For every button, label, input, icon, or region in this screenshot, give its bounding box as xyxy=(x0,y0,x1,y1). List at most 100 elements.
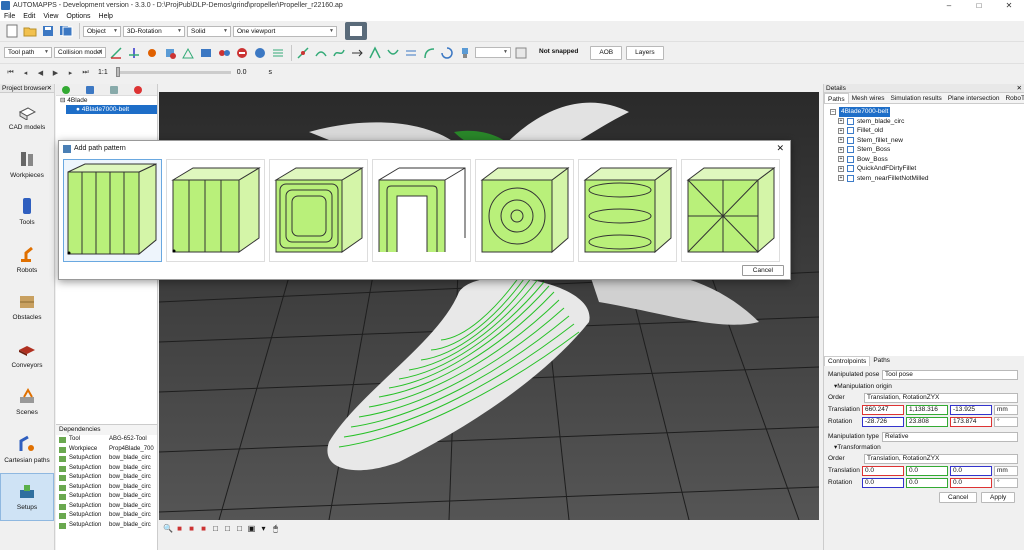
expand-icon[interactable]: + xyxy=(838,156,844,163)
pattern-concentric-circles-icon[interactable] xyxy=(475,159,574,262)
table-row[interactable]: SetupAction bow_blade_circ xyxy=(56,521,157,531)
aob-button[interactable]: AOB xyxy=(590,45,623,60)
menu-options[interactable]: Options xyxy=(62,13,94,20)
tool-path-select[interactable]: Tool path ▼ xyxy=(4,47,52,58)
grinder-icon[interactable] xyxy=(457,45,473,61)
path-split-icon[interactable] xyxy=(367,45,383,61)
speed-label[interactable]: 1:1 xyxy=(98,69,108,76)
table-row[interactable]: SetupAction bow_blade_circ xyxy=(56,454,157,464)
collision-check-icon[interactable] xyxy=(162,45,178,61)
show-frames-icon[interactable] xyxy=(108,45,124,61)
manip-type-select[interactable]: Relative xyxy=(882,432,1018,442)
view-front-icon[interactable]: ■ xyxy=(175,524,184,533)
reach-check-icon[interactable] xyxy=(252,45,268,61)
last-frame-icon[interactable]: ⏭ xyxy=(79,66,92,79)
open-folder-icon[interactable] xyxy=(22,23,38,39)
transformation-header[interactable]: ▾ Transformation xyxy=(834,443,881,453)
pb-item-cartesian-paths[interactable]: Cartesian paths xyxy=(0,426,54,474)
tab-paths[interactable]: Paths xyxy=(824,93,849,103)
expand-icon[interactable]: + xyxy=(838,137,844,144)
path-join-icon[interactable] xyxy=(385,45,401,61)
expand-icon[interactable]: + xyxy=(838,146,844,153)
layers-button[interactable]: Layers xyxy=(626,45,664,60)
path-rotate-icon[interactable] xyxy=(439,45,455,61)
pb-item-tools[interactable]: Tools xyxy=(0,188,54,236)
order2-select[interactable]: Translation, RotationZYX xyxy=(864,454,1018,464)
save-all-icon[interactable] xyxy=(58,23,74,39)
dialog-cancel-button[interactable]: Cancel xyxy=(741,265,784,276)
close-panel-icon[interactable]: ✕ xyxy=(47,84,52,93)
snap-value-select[interactable]: ▼ xyxy=(475,47,511,58)
path-approach-icon[interactable] xyxy=(421,45,437,61)
pattern-radial-star-icon[interactable] xyxy=(681,159,780,262)
table-row[interactable]: Tool ABG-652-Tool xyxy=(56,435,157,445)
table-row[interactable]: Workpiece Prop4Blade_700 xyxy=(56,445,157,455)
pb-item-scenes[interactable]: Scenes xyxy=(0,378,54,426)
view-top-icon[interactable]: ■ xyxy=(199,524,208,533)
pattern-u-contours-icon[interactable] xyxy=(372,159,471,262)
manip-pose-select[interactable]: Tool pose xyxy=(882,370,1018,380)
path-smooth-icon[interactable] xyxy=(331,45,347,61)
first-frame-icon[interactable]: ⏮ xyxy=(4,66,17,79)
path-list-icon[interactable] xyxy=(270,45,286,61)
rotation-y-input[interactable]: 23.808 xyxy=(906,417,948,427)
table-row[interactable]: SetupAction bow_blade_circ xyxy=(56,464,157,474)
pattern-cylinder-rings-icon[interactable] xyxy=(578,159,677,262)
view-iso-icon[interactable]: ▣ xyxy=(247,524,256,533)
tree-item[interactable]: + stem_blade_circ xyxy=(824,117,1024,127)
view-right-icon[interactable]: □ xyxy=(235,524,244,533)
path-offset-icon[interactable] xyxy=(403,45,419,61)
path-reorder-icon[interactable] xyxy=(349,45,365,61)
timeline-thumb[interactable] xyxy=(115,67,120,77)
translation2-z-input[interactable]: 0.0 xyxy=(950,466,992,476)
tree-root[interactable]: ⊟ 4Blade xyxy=(56,96,157,105)
view-left-icon[interactable]: □ xyxy=(223,524,232,533)
simulate-icon[interactable] xyxy=(198,45,214,61)
tab-mesh-wires[interactable]: Mesh wires xyxy=(849,93,888,103)
rotation2-z-input[interactable]: 0.0 xyxy=(950,478,992,488)
view-menu-icon[interactable]: ▾ xyxy=(259,524,268,533)
manip-origin-header[interactable]: ▾ Manipulation origin xyxy=(834,382,892,392)
snap-icon[interactable] xyxy=(513,45,529,61)
translation-y-input[interactable]: 1,138.316 xyxy=(906,405,948,415)
table-row[interactable]: SetupAction bow_blade_circ xyxy=(56,511,157,521)
pb-item-obstacles[interactable]: Obstacles xyxy=(0,283,54,331)
expand-icon[interactable]: + xyxy=(838,175,844,182)
save-icon[interactable] xyxy=(40,23,56,39)
rotation-z-input[interactable]: 173.874 xyxy=(950,417,992,427)
snap-status[interactable]: Not snapped xyxy=(531,46,586,60)
menu-view[interactable]: View xyxy=(39,13,62,20)
robot-reach-icon[interactable] xyxy=(144,45,160,61)
tree-item[interactable]: + Bow_Boss xyxy=(824,155,1024,165)
menu-help[interactable]: Help xyxy=(95,13,117,20)
pb-item-workpieces[interactable]: Workpieces xyxy=(0,141,54,189)
mode-select[interactable]: Object ▼ xyxy=(83,25,121,37)
path-connect-icon[interactable] xyxy=(313,45,329,61)
delete-icon[interactable] xyxy=(134,85,142,94)
shading-select[interactable]: Solid ▼ xyxy=(187,25,231,37)
translation-unit-select[interactable]: mm xyxy=(994,405,1018,415)
pattern-vertical-strips-icon[interactable] xyxy=(63,159,162,262)
zoom-icon[interactable]: 🔍 xyxy=(163,524,173,533)
save-icon[interactable] xyxy=(110,85,118,94)
view-bottom-icon[interactable]: □ xyxy=(211,524,220,533)
table-row[interactable]: SetupAction bow_blade_circ xyxy=(56,492,157,502)
tree-item[interactable]: + QuickAndFDirtyFillet xyxy=(824,164,1024,174)
menu-edit[interactable]: Edit xyxy=(19,13,39,20)
tree-selected-item[interactable]: ● 4Blade7000-belt xyxy=(66,105,157,114)
speed-check-icon[interactable] xyxy=(216,45,232,61)
copy-icon[interactable] xyxy=(86,85,94,94)
translation2-unit-select[interactable]: mm xyxy=(994,466,1018,476)
rotation2-x-input[interactable]: 0.0 xyxy=(862,478,904,488)
tab-props-paths[interactable]: Paths xyxy=(870,356,893,366)
view-back-icon[interactable]: ■ xyxy=(187,524,196,533)
translation-x-input[interactable]: 660.247 xyxy=(862,405,904,415)
pb-item-robots[interactable]: Robots xyxy=(0,236,54,284)
close-panel-icon[interactable]: ✕ xyxy=(1017,84,1022,93)
joint-limits-icon[interactable] xyxy=(180,45,196,61)
pattern-offset-contours-icon[interactable] xyxy=(269,159,368,262)
rotation2-y-input[interactable]: 0.0 xyxy=(906,478,948,488)
tree-item[interactable]: –4Blade7000-belt xyxy=(824,107,1024,117)
expand-icon[interactable]: + xyxy=(838,165,844,172)
collision-model-select[interactable]: Collision model ▼ xyxy=(54,47,106,58)
